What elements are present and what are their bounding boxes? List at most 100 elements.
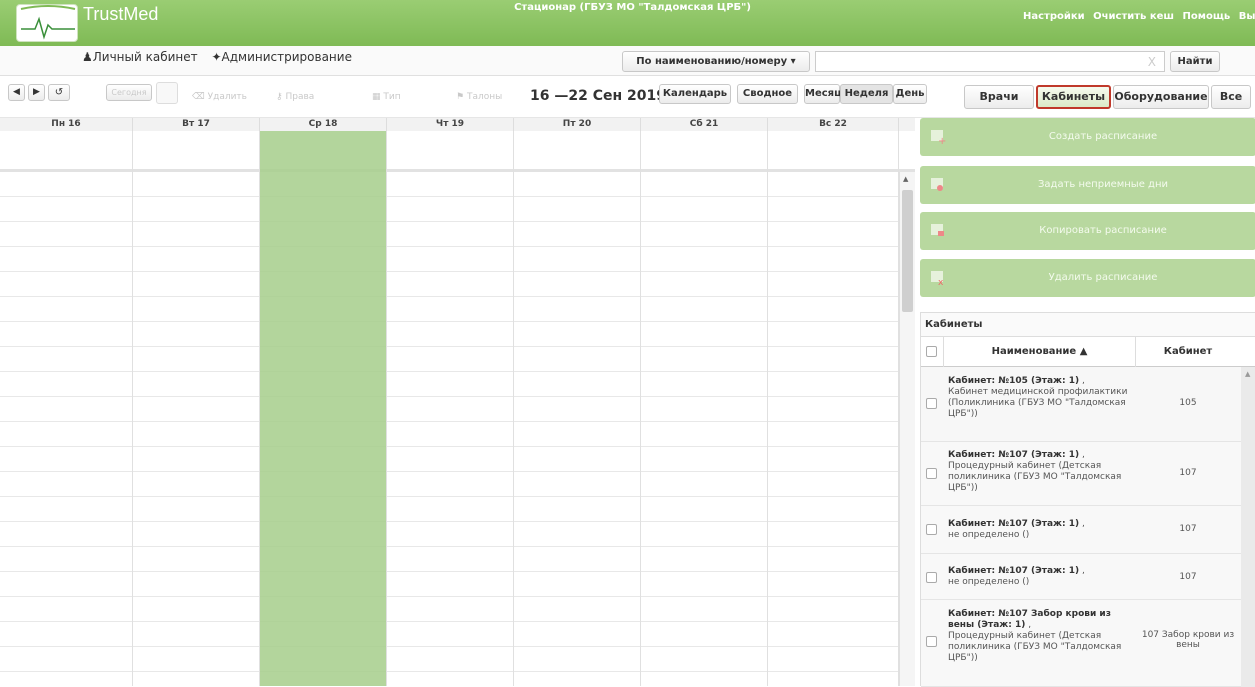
calendar-button[interactable]: Календарь <box>659 84 731 104</box>
table-row[interactable]: Кабинет: №107 (Этаж: 1) , не определено (… <box>921 554 1241 600</box>
user-icon: ♟ <box>82 50 93 64</box>
day-header-thu: Чт 19 <box>387 118 514 131</box>
create-schedule-button[interactable]: + Создать расписание <box>920 118 1255 156</box>
calendar-copy-icon <box>931 224 944 236</box>
row-checkbox[interactable] <box>926 636 937 647</box>
day-header-sun: Вс 22 <box>768 118 899 131</box>
svg-text:+: + <box>938 136 946 144</box>
row-title: Кабинет: №107 (Этаж: 1) <box>948 566 1080 576</box>
nav-toolbar: ♟Личный кабинет ✦Администрирование По на… <box>0 46 1255 76</box>
row-checkbox[interactable] <box>926 398 937 409</box>
today-button[interactable]: Сегодня <box>106 84 152 101</box>
day-header-mon: Пн 16 <box>0 118 133 131</box>
name-column-header[interactable]: Наименование ▲ <box>943 337 1136 367</box>
scroll-thumb[interactable] <box>902 190 913 312</box>
settings-gear-icon[interactable] <box>156 82 178 104</box>
cabinets-panel: Кабинеты Наименование ▲ Кабинет Кабинет:… <box>920 312 1255 687</box>
sort-asc-icon: ▲ <box>1079 346 1088 357</box>
row-description: Кабинет медицинской профилактики (Поликл… <box>948 387 1128 419</box>
row-checkbox[interactable] <box>926 524 937 535</box>
cabinet-column-header[interactable]: Кабинет <box>1136 337 1240 367</box>
row-cabinet-number: 107 <box>1179 572 1197 582</box>
tickets-button[interactable]: ⚑ Талоны <box>456 92 502 102</box>
trustmed-logo[interactable] <box>16 4 78 42</box>
day-header-wed: Ср 18 <box>260 118 387 131</box>
administration-link[interactable]: ✦Администрирование <box>211 50 351 64</box>
scroll-up-icon[interactable]: ▲ <box>1245 370 1250 378</box>
tab-all[interactable]: Все <box>1211 85 1251 109</box>
row-description: Процедурный кабинет (Детская поликлиника… <box>948 461 1122 493</box>
day-column[interactable] <box>133 131 260 686</box>
table-row[interactable]: Кабинет: №105 (Этаж: 1) , Кабинет медицин… <box>921 367 1241 442</box>
calendar-block-icon <box>931 178 943 191</box>
row-cabinet-number: 107 Забор крови из вены <box>1141 630 1235 650</box>
find-button[interactable]: Найти <box>1170 51 1220 72</box>
day-button[interactable]: День <box>893 84 927 104</box>
week-button[interactable]: Неделя <box>840 84 893 104</box>
clear-cache-link[interactable]: Очистить кеш <box>1093 11 1174 22</box>
row-description: Процедурный кабинет (Детская поликлиника… <box>948 631 1122 663</box>
day-column[interactable] <box>641 131 768 686</box>
clear-icon[interactable]: X <box>1148 55 1156 69</box>
app-name: TrustMed <box>83 4 159 24</box>
day-column[interactable] <box>0 131 133 686</box>
tools-icon: ✦ <box>211 50 222 64</box>
next-arrow-icon[interactable]: ▶ <box>28 84 45 101</box>
today-column[interactable] <box>260 131 387 686</box>
help-link[interactable]: Помощь <box>1183 11 1231 22</box>
row-checkbox[interactable] <box>926 468 937 479</box>
row-title: Кабинет: №107 (Этаж: 1) <box>948 519 1080 529</box>
delete-button[interactable]: ⌫ Удалить <box>192 92 247 102</box>
search-mode-select[interactable]: По наименованию/номеру ▾ <box>622 51 810 72</box>
row-title: Кабинет: №107 Забор крови из вены (Этаж:… <box>948 609 1111 630</box>
day-header-sat: Сб 21 <box>641 118 768 131</box>
delete-schedule-button[interactable]: x Удалить расписание <box>920 259 1255 297</box>
day-column[interactable] <box>768 131 899 686</box>
calendar-scrollbar[interactable]: ▲ <box>899 172 915 686</box>
top-links: Настройки Очистить кеш Помощь Выход <box>1023 11 1255 22</box>
table-row[interactable]: Кабинет: №107 Забор крови из вены (Этаж:… <box>921 600 1241 687</box>
copy-schedule-button[interactable]: Копировать расписание <box>920 212 1255 250</box>
logout-link[interactable]: Выход <box>1239 11 1255 22</box>
personal-cabinet-link[interactable]: ♟Личный кабинет <box>82 50 198 64</box>
cabinets-panel-title: Кабинеты <box>921 313 1255 337</box>
cabinets-table-header: Наименование ▲ Кабинет <box>921 337 1255 367</box>
date-range-title: 16 —22 Сен 2019 <box>530 88 666 104</box>
set-nonworking-days-button[interactable]: Задать неприемные дни <box>920 166 1255 204</box>
select-all-checkbox[interactable] <box>926 346 937 357</box>
month-button[interactable]: Месяц <box>804 84 842 104</box>
tab-equipment[interactable]: Оборудование <box>1113 85 1209 109</box>
prev-arrow-icon[interactable]: ◀ <box>8 84 25 101</box>
table-row[interactable]: Кабинет: №107 (Этаж: 1) , не определено (… <box>921 506 1241 554</box>
summary-button[interactable]: Сводное <box>737 84 798 104</box>
search-input[interactable]: X <box>815 51 1165 72</box>
row-cabinet-number: 105 <box>1179 398 1197 408</box>
day-column[interactable] <box>514 131 641 686</box>
calendar-delete-icon: x <box>931 271 944 285</box>
row-description: не определено () <box>948 530 1030 540</box>
cabinets-scrollbar[interactable]: ▲ <box>1241 367 1255 687</box>
day-header-tue: Вт 17 <box>133 118 260 131</box>
app-header: Стационар (ГБУЗ МО "Талдомская ЦРБ") Tru… <box>0 0 1255 46</box>
pin-icon: ⚑ <box>456 92 465 102</box>
tab-doctors[interactable]: Врачи <box>964 85 1034 109</box>
row-description: не определено () <box>948 577 1030 587</box>
scroll-up-icon[interactable]: ▲ <box>903 175 908 183</box>
schedule-toolbar: ◀ ▶ ↺ Сегодня ⌫ Удалить ⚷ Права ▦ Тип ⚑ … <box>0 76 1255 118</box>
nav-links: ♟Личный кабинет ✦Администрирование <box>82 50 362 64</box>
rights-button[interactable]: ⚷ Права <box>276 92 314 102</box>
row-checkbox[interactable] <box>926 572 937 583</box>
svg-text:x: x <box>938 278 944 285</box>
tab-cabinets[interactable]: Кабинеты <box>1036 85 1111 109</box>
chevron-down-icon: ▾ <box>790 56 796 67</box>
trash-icon: ⌫ <box>192 92 205 102</box>
list-icon: ▦ <box>372 92 381 102</box>
type-button[interactable]: ▦ Тип <box>372 92 401 102</box>
day-header-fri: Пт 20 <box>514 118 641 131</box>
table-row[interactable]: Кабинет: №107 (Этаж: 1) , Процедурный каб… <box>921 442 1241 506</box>
refresh-icon[interactable]: ↺ <box>48 84 70 101</box>
calendar-add-icon: + <box>931 130 946 144</box>
day-column[interactable] <box>387 131 514 686</box>
settings-link[interactable]: Настройки <box>1023 11 1085 22</box>
key-icon: ⚷ <box>276 92 283 102</box>
